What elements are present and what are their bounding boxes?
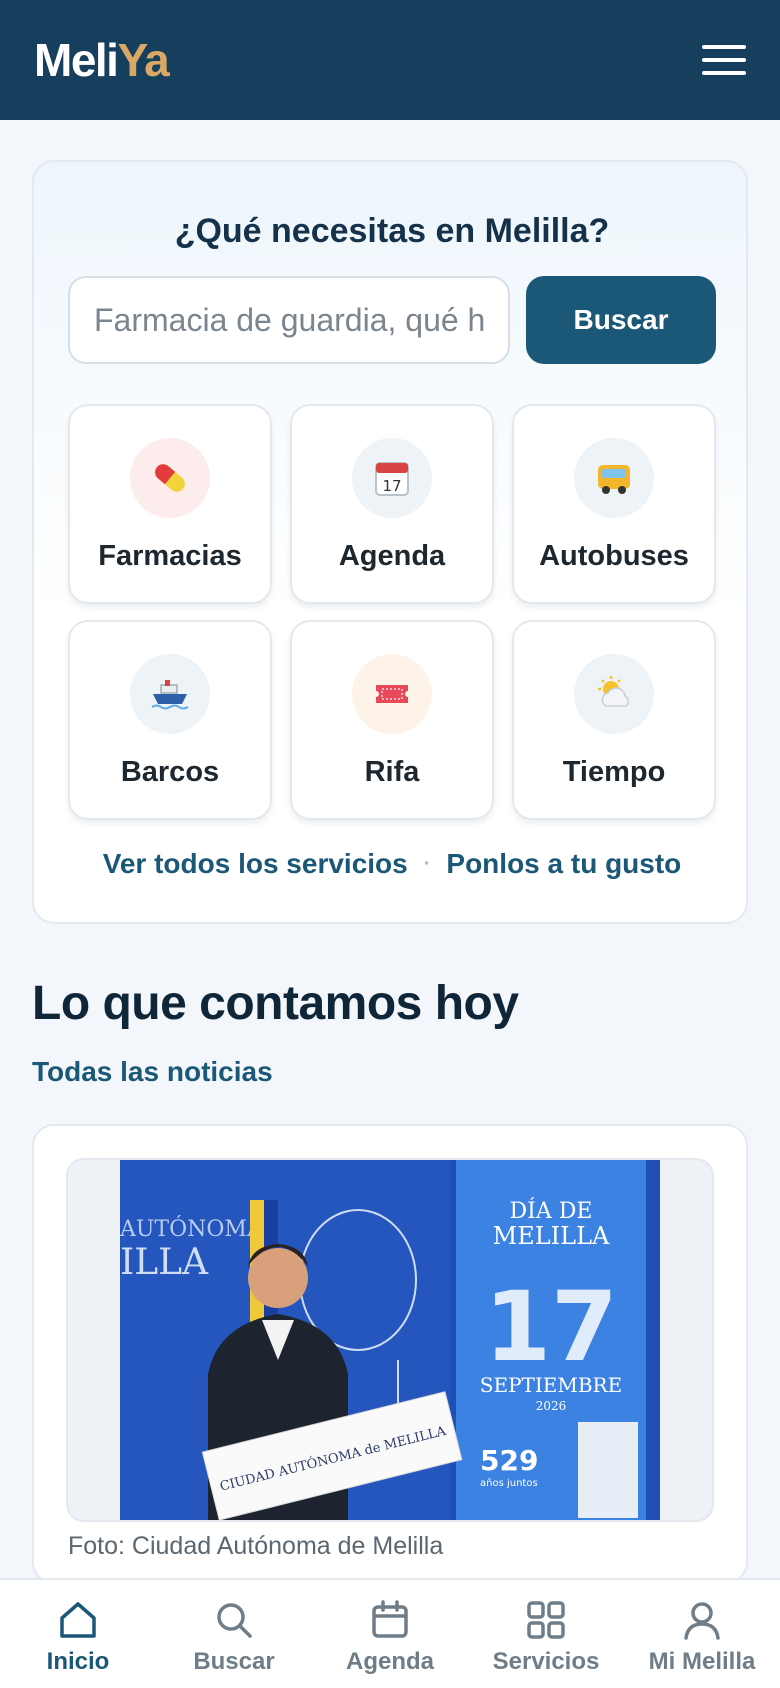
calendar-icon: 17 [352,438,432,518]
poster-title-1: DÍA DE [510,1197,593,1224]
photo-caption: Foto: Ciudad Autónoma de Melilla [68,1532,444,1560]
customize-link[interactable]: Ponlos a tu gusto [446,848,681,880]
poster-big-number: 17 [484,1271,618,1383]
service-tile-barcos[interactable]: Barcos [68,620,272,820]
service-label: Autobuses [539,540,689,572]
nav-label: Buscar [193,1648,275,1675]
search-title: ¿Qué necesitas en Melilla? [174,212,610,250]
grid-icon [527,1601,565,1639]
backdrop-text-1: AUTÓNOMA [119,1215,264,1242]
home-icon [60,1602,96,1638]
sun-cloud-icon [574,654,654,734]
logo-text-accent: Ya [117,34,169,86]
nav-item-inicio[interactable]: Inicio [3,1598,153,1676]
news-card[interactable]: AUTÓNOMA ILLA DÍA DE MELILLA 17 SEPTIEMB… [32,1124,748,1584]
search-input[interactable] [68,276,510,364]
nav-item-agenda[interactable]: Agenda [315,1598,465,1676]
search-button[interactable]: Buscar [526,276,716,364]
service-label: Barcos [120,756,220,788]
news-photo[interactable]: AUTÓNOMA ILLA DÍA DE MELILLA 17 SEPTIEMB… [66,1158,714,1522]
service-tile-tiempo[interactable]: Tiempo [512,620,716,820]
all-services-link[interactable]: Ver todos los servicios [103,848,408,880]
service-tile-rifa[interactable]: Rifa [290,620,494,820]
service-tile-farmacias[interactable]: Farmacias [68,404,272,604]
pill-icon [130,438,210,518]
poster-year: 2026 [536,1399,567,1413]
search-card: ¿Qué necesitas en Melilla? Buscar Farmac… [32,160,748,924]
backdrop-text-2: ILLA [120,1242,209,1283]
link-separator: · [423,852,431,875]
poster-month: SEPTIEMBRE [480,1373,622,1397]
service-tiles: Farmacias 17 Agenda Autobuses Barcos Rif… [68,404,716,820]
service-label: Farmacias [98,540,242,572]
search-icon [217,1603,252,1638]
news-heading: Lo que contamos hoy [32,977,519,1030]
calendar-icon [372,1600,408,1638]
logo-text-primary: Meli [34,34,119,86]
service-label: Agenda [338,540,446,572]
nav-label: Inicio [46,1648,110,1675]
poster-count: 529 [480,1444,538,1477]
poster-title-2: MELILLA [493,1222,610,1250]
ticket-icon [352,654,432,734]
nav-item-servicios[interactable]: Servicios [471,1598,621,1676]
svg-text:17: 17 [382,477,401,495]
nav-label: Mi Melilla [648,1648,756,1675]
service-tile-autobuses[interactable]: Autobuses [512,404,716,604]
ship-icon [130,654,210,734]
service-tile-agenda[interactable]: 17 Agenda [290,404,494,604]
user-icon [684,1602,720,1640]
nav-item-buscar[interactable]: Buscar [159,1598,309,1676]
nav-label: Servicios [492,1648,600,1675]
service-label: Tiempo [562,756,666,788]
nav-item-mi-melilla[interactable]: Mi Melilla [627,1598,777,1676]
app-logo[interactable]: MeliYa [34,33,170,87]
top-bar: MeliYa [0,0,780,120]
all-news-link[interactable]: Todas las noticias [32,1056,273,1088]
service-label: Rifa [364,756,420,788]
bus-icon [574,438,654,518]
poster-count-sub: años juntos [480,1478,538,1489]
nav-label: Agenda [345,1648,434,1675]
card-links: Ver todos los servicios · Ponlos a tu gu… [34,848,750,880]
hamburger-menu-icon[interactable] [702,42,746,78]
bottom-nav: Inicio Buscar Agenda Servicios Mi Melill… [0,1578,780,1688]
